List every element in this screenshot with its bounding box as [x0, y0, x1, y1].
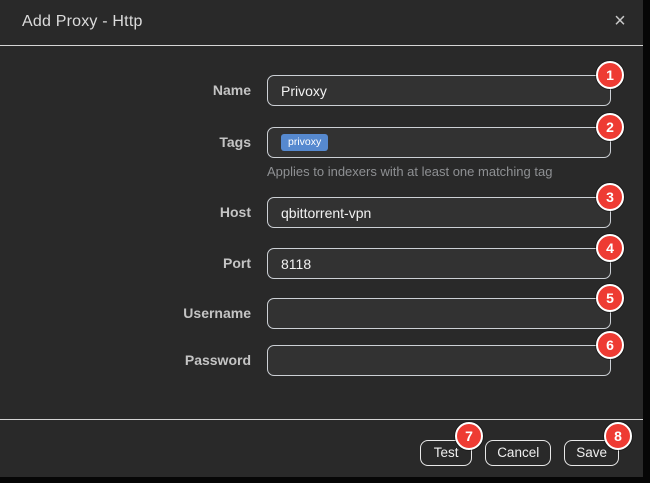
annotation-badge-2: 2	[596, 113, 624, 141]
tags-field-row: Tags privoxy Applies to indexers with at…	[0, 127, 611, 158]
dialog-footer: Test Cancel Save	[0, 419, 643, 477]
dialog-header: Add Proxy - Http ×	[0, 0, 643, 46]
dialog-title: Add Proxy - Http	[22, 13, 143, 31]
port-field-row: Port	[0, 248, 611, 279]
password-label: Password	[0, 345, 251, 376]
username-label: Username	[0, 298, 251, 329]
annotation-badge-5: 5	[596, 284, 624, 312]
port-input[interactable]	[267, 248, 611, 279]
tag-chip[interactable]: privoxy	[281, 134, 328, 151]
annotation-badge-8: 8	[604, 422, 632, 450]
annotation-badge-4: 4	[596, 234, 624, 262]
name-input[interactable]	[267, 75, 611, 106]
add-proxy-dialog: Add Proxy - Http × Name Tags privoxy App…	[0, 0, 643, 477]
tags-help-text: Applies to indexers with at least one ma…	[267, 164, 552, 179]
password-field-row: Password	[0, 345, 611, 376]
page-background: Add Proxy - Http × Name Tags privoxy App…	[0, 0, 650, 483]
host-input[interactable]	[267, 197, 611, 228]
annotation-badge-6: 6	[596, 331, 624, 359]
annotation-badge-1: 1	[596, 61, 624, 89]
close-icon[interactable]: ×	[608, 9, 632, 33]
username-input[interactable]	[267, 298, 611, 329]
host-label: Host	[0, 197, 251, 228]
tags-label: Tags	[0, 127, 251, 158]
password-input[interactable]	[267, 345, 611, 376]
username-field-row: Username	[0, 298, 611, 329]
name-field-row: Name	[0, 75, 611, 106]
port-label: Port	[0, 248, 251, 279]
annotation-badge-7: 7	[455, 422, 483, 450]
annotation-badge-3: 3	[596, 183, 624, 211]
host-field-row: Host	[0, 197, 611, 228]
tags-input[interactable]: privoxy	[267, 127, 611, 158]
cancel-button[interactable]: Cancel	[485, 440, 551, 466]
name-label: Name	[0, 75, 251, 106]
